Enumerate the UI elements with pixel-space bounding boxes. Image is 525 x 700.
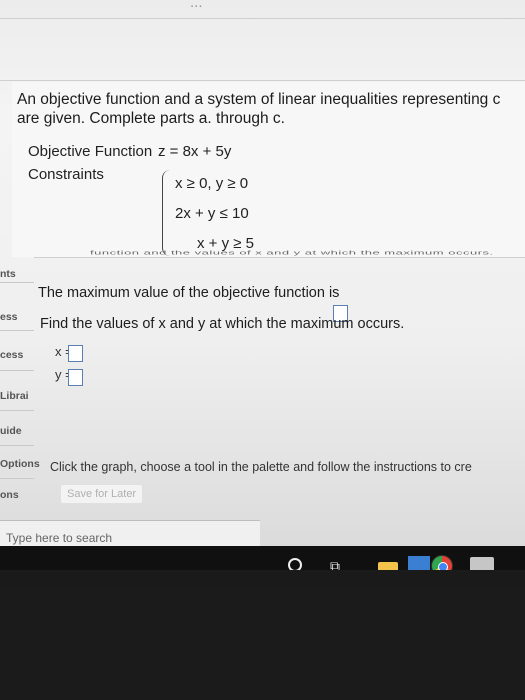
sidebar-divider bbox=[0, 370, 34, 371]
max-value-prompt: The maximum value of the objective funct… bbox=[38, 285, 340, 301]
sidebar-divider bbox=[0, 282, 34, 283]
intro-line-2: are given. Complete parts a. through c. bbox=[17, 110, 285, 127]
search-placeholder: Type here to search bbox=[6, 531, 113, 545]
sidebar-item-points[interactable]: nts bbox=[0, 268, 16, 280]
cortana-icon[interactable] bbox=[288, 558, 302, 570]
divider bbox=[0, 18, 525, 19]
overlapping-text: function and the values of x and y at wh… bbox=[90, 249, 494, 256]
sidebar-divider bbox=[0, 445, 34, 446]
chrome-icon[interactable] bbox=[431, 555, 453, 570]
monitor-bezel bbox=[0, 586, 525, 700]
sidebar-divider bbox=[0, 410, 34, 411]
constraints-label: Constraints bbox=[28, 166, 104, 183]
objective-function-label: Objective Function bbox=[28, 143, 153, 160]
x-answer-box[interactable] bbox=[68, 345, 83, 362]
constraints-brace bbox=[162, 170, 171, 256]
question-intro: An objective function and a system of li… bbox=[17, 90, 525, 128]
partial-title: ... bbox=[190, 0, 203, 11]
sidebar-item-ons[interactable]: ons bbox=[0, 489, 19, 501]
divider bbox=[34, 257, 525, 258]
sidebar-item-access-2[interactable]: cess bbox=[0, 349, 23, 361]
browser-screen: ... An objective function and a system o… bbox=[0, 0, 525, 570]
y-answer-box[interactable] bbox=[68, 369, 83, 386]
graph-instructions: Click the graph, choose a tool in the pa… bbox=[50, 460, 472, 474]
find-xy-prompt: Find the values of x and y at which the … bbox=[40, 316, 405, 332]
sidebar-item-guide[interactable]: uide bbox=[0, 425, 22, 437]
sidebar-item-options[interactable]: Options bbox=[0, 458, 40, 470]
store-icon[interactable] bbox=[408, 556, 430, 570]
intro-line-1: An objective function and a system of li… bbox=[17, 91, 501, 108]
constraint-2: 2x + y ≤ 10 bbox=[175, 205, 249, 222]
sidebar-divider bbox=[0, 478, 34, 479]
constraint-1: x ≥ 0, y ≥ 0 bbox=[175, 175, 249, 192]
sidebar-divider bbox=[0, 330, 34, 331]
task-view-icon[interactable]: ⧉ bbox=[330, 558, 344, 570]
save-for-later-button[interactable]: Save for Later bbox=[60, 484, 144, 504]
file-explorer-icon[interactable] bbox=[378, 562, 398, 570]
sidebar-item-library[interactable]: Librai bbox=[0, 390, 29, 402]
taskbar: ⧉ bbox=[0, 546, 525, 570]
app-icon[interactable] bbox=[470, 557, 494, 570]
divider bbox=[0, 80, 525, 81]
objective-function-expression: z = 8x + 5y bbox=[158, 143, 232, 160]
sidebar-item-access[interactable]: ess bbox=[0, 311, 18, 323]
